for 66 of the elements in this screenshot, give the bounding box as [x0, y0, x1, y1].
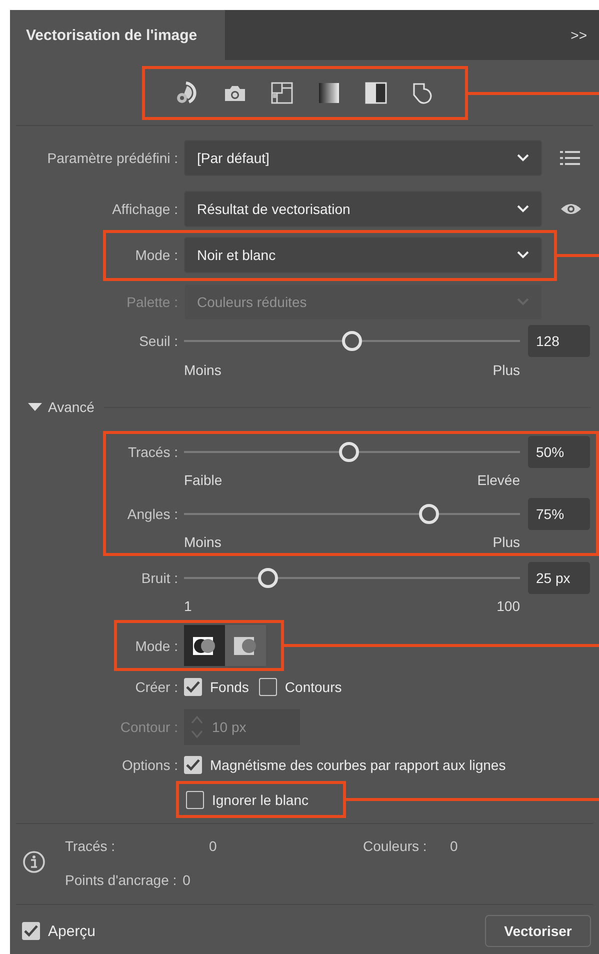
value-field[interactable]: 25 px: [528, 562, 590, 594]
field-label: Affichage :: [111, 201, 178, 217]
slider-thumb[interactable]: [342, 331, 362, 351]
range-label: Plus: [492, 362, 520, 378]
value-field[interactable]: 75%: [528, 498, 590, 530]
chevron-down-icon: [517, 205, 529, 213]
checkbox[interactable]: [184, 756, 202, 774]
slider-thumb[interactable]: [419, 504, 440, 524]
chevron-down-icon: [517, 251, 529, 259]
stat-label: Couleurs :: [363, 838, 427, 854]
slider-thumb[interactable]: [258, 568, 278, 588]
grid-icon[interactable]: [270, 81, 294, 105]
field-label: Bruit :: [140, 570, 178, 586]
up-down-arrows-icon: [190, 713, 204, 741]
field-label: Tracés :: [126, 444, 178, 460]
checkbox-label: Aperçu: [48, 922, 96, 940]
stat-label: Points d'ancrage :: [65, 872, 177, 888]
dropdown[interactable]: [Par défaut]: [184, 140, 542, 176]
field-label: Créer :: [134, 679, 178, 695]
stat-value: 0: [450, 838, 458, 854]
info-icon: [22, 850, 46, 874]
checkbox[interactable]: [22, 922, 40, 940]
range-label: Moins: [184, 534, 222, 550]
field-label: Seuil :: [138, 333, 178, 349]
range-label: Moins: [184, 362, 222, 378]
stat-value: 0: [182, 872, 190, 888]
checkbox[interactable]: [258, 678, 277, 696]
stat-label: Tracés :: [65, 838, 116, 854]
range-label: 1: [184, 598, 192, 614]
checkbox[interactable]: [184, 678, 202, 696]
range-label: 100: [496, 598, 520, 614]
list-icon[interactable]: [560, 151, 580, 165]
checkbox-label: Fonds: [210, 679, 249, 695]
field-label: Paramètre prédéfini :: [46, 150, 178, 166]
field-label: Contour :: [119, 719, 178, 735]
checkbox-label: Contours: [284, 679, 342, 695]
slider-thumb[interactable]: [338, 442, 359, 462]
checkbox-label: Magnétisme des courbes par rapport aux lignes: [210, 757, 506, 773]
dropdown[interactable]: Résultat de vectorisation: [184, 191, 542, 227]
chevron-down-icon: [517, 154, 529, 162]
value-field[interactable]: 128: [528, 325, 590, 357]
field-label: Options :: [120, 757, 178, 773]
gradient-icon[interactable]: [317, 81, 341, 105]
checkbox[interactable]: [186, 790, 204, 808]
chevron-down-icon: [517, 298, 529, 306]
field-label: Angles :: [126, 506, 178, 522]
field-label: Mode :: [134, 247, 178, 263]
range-label: Faible: [184, 472, 222, 488]
checkbox-label: Ignorer le blanc: [212, 792, 309, 808]
field-label: Palette :: [126, 294, 178, 310]
collapse-button[interactable]: >>: [570, 27, 599, 43]
trace-button[interactable]: Vectoriser: [485, 915, 591, 947]
panel-tab[interactable]: Vectorisation de l'image: [10, 10, 225, 60]
eye-icon[interactable]: [560, 202, 582, 216]
range-label: Elevée: [477, 472, 520, 488]
section-label[interactable]: Avancé: [48, 399, 94, 415]
mode-toggle[interactable]: [184, 625, 225, 666]
disclosure-triangle-icon[interactable]: [28, 402, 42, 412]
range-label: Plus: [492, 534, 520, 550]
stat-value: 0: [209, 838, 217, 854]
dropdown[interactable]: Noir et blanc: [184, 237, 542, 273]
mode-toggle[interactable]: [225, 625, 266, 666]
half-square-icon[interactable]: [364, 81, 388, 105]
value-field[interactable]: 50%: [528, 436, 590, 468]
camera-icon[interactable]: [223, 83, 247, 103]
field-label: Mode :: [134, 638, 178, 654]
